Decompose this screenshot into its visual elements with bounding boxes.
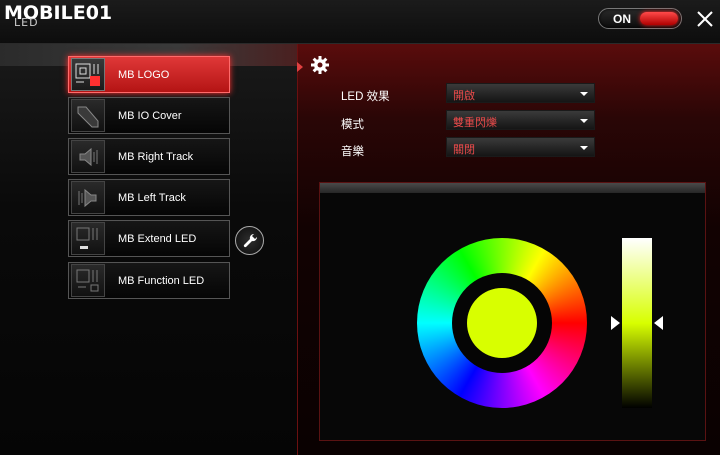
brightness-marker-right[interactable] — [654, 316, 663, 330]
io-cover-icon — [71, 99, 105, 132]
sidebar-item-mb-right-track[interactable]: MB Right Track — [68, 138, 230, 175]
power-toggle[interactable]: ON — [598, 8, 682, 29]
chevron-down-icon — [580, 119, 588, 123]
sidebar-item-label: MB Right Track — [118, 150, 194, 163]
color-picker-header — [320, 183, 705, 193]
music-value: 關閉 — [453, 144, 475, 156]
brightness-slider[interactable] — [622, 238, 652, 408]
sidebar-item-label: MB Left Track — [118, 191, 186, 204]
hue-color-wheel[interactable] — [417, 238, 587, 408]
chevron-down-icon — [580, 92, 588, 96]
sidebar-item-mb-logo[interactable]: MB LOGO — [68, 56, 230, 93]
app-logo-subtitle: LED — [14, 16, 39, 29]
chevron-down-icon — [580, 146, 588, 150]
speaker-left-icon — [71, 181, 105, 214]
sidebar-item-label: MB IO Cover — [118, 109, 182, 122]
power-toggle-label: ON — [613, 12, 631, 26]
wrench-icon — [243, 233, 257, 247]
board-function-icon — [71, 264, 105, 297]
title-bar: MOBILE01 LED ON — [0, 0, 720, 44]
music-label: 音樂 — [341, 146, 364, 158]
mode-value: 雙重閃爍 — [453, 117, 497, 129]
led-effect-label: LED 效果 — [341, 91, 390, 103]
power-toggle-knob — [640, 12, 678, 25]
close-button[interactable] — [694, 8, 716, 30]
gear-icon — [311, 56, 329, 74]
extend-led-settings-button[interactable] — [235, 226, 264, 255]
board-extend-icon — [71, 222, 105, 255]
wheel-center — [452, 273, 552, 373]
brightness-marker-left[interactable] — [611, 316, 620, 330]
sidebar-item-label: MB LOGO — [118, 68, 170, 81]
mode-label: 模式 — [341, 119, 364, 131]
sidebar-item-mb-extend-led[interactable]: MB Extend LED — [68, 220, 230, 257]
sidebar-item-label: MB Extend LED — [118, 232, 197, 245]
mode-dropdown[interactable]: 雙重閃爍 — [446, 110, 595, 130]
selected-color-preview — [467, 288, 537, 358]
sidebar-item-mb-left-track[interactable]: MB Left Track — [68, 179, 230, 216]
sidebar-item-mb-function-led[interactable]: MB Function LED — [68, 262, 230, 299]
close-icon — [697, 11, 713, 27]
sidebar-item-mb-io-cover[interactable]: MB IO Cover — [68, 97, 230, 134]
music-dropdown[interactable]: 關閉 — [446, 137, 595, 157]
board-logo-icon — [71, 58, 105, 91]
sidebar-item-label: MB Function LED — [118, 274, 205, 287]
led-effect-dropdown[interactable]: 開啟 — [446, 83, 595, 103]
led-effect-value: 開啟 — [453, 90, 475, 102]
panel-settings-button[interactable] — [310, 55, 330, 75]
speaker-right-icon — [71, 140, 105, 173]
panel-pointer — [297, 62, 303, 72]
